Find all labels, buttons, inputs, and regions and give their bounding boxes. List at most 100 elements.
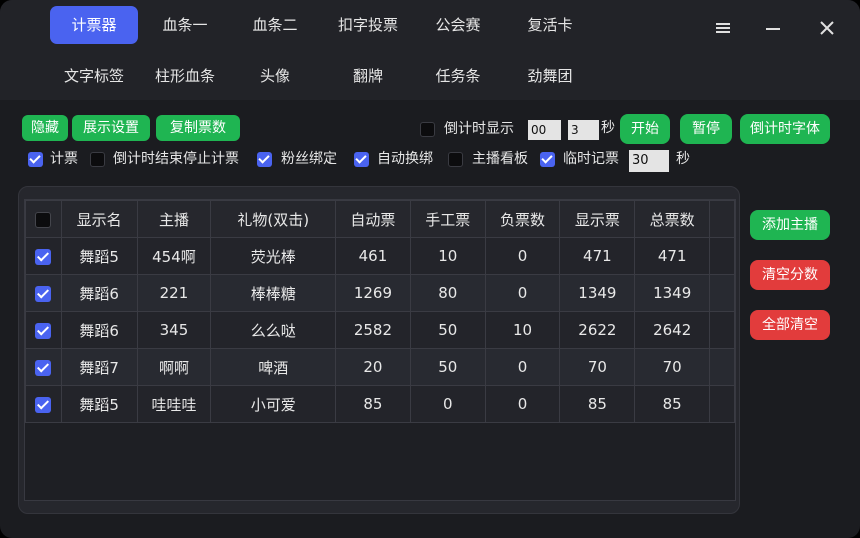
cell-display-name[interactable]: 舞蹈6	[60, 274, 138, 312]
cell-negative-votes[interactable]: 10	[484, 311, 561, 349]
clear-scores-button[interactable]: 清空分数	[750, 260, 830, 290]
tab-task-bar[interactable]: 任务条	[418, 57, 498, 95]
copy-votes-button[interactable]: 复制票数	[156, 115, 240, 141]
cell-auto-votes[interactable]: 1269	[335, 274, 411, 312]
start-button[interactable]: 开始	[620, 114, 670, 144]
col-auto-votes[interactable]: 自动票	[335, 200, 411, 238]
cell-display-name[interactable]: 舞蹈7	[60, 348, 138, 386]
minimize-icon[interactable]	[757, 12, 789, 44]
cell-negative-votes[interactable]: 0	[484, 385, 561, 423]
cell-host[interactable]: 345	[136, 311, 212, 349]
tab-vote-counter[interactable]: 计票器	[50, 6, 138, 44]
tab-guild-match[interactable]: 公会赛	[418, 6, 498, 44]
countdown-minutes-input[interactable]: 00	[528, 120, 561, 140]
cell-negative-votes[interactable]: 0	[484, 348, 561, 386]
cell-gift[interactable]: 荧光棒	[210, 237, 337, 275]
cell-gift[interactable]: 棒棒糖	[210, 274, 337, 312]
cell-auto-votes[interactable]: 85	[335, 385, 411, 423]
cell-manual-votes[interactable]: 50	[409, 348, 486, 386]
cell-display-name[interactable]: 舞蹈5	[60, 385, 138, 423]
cell-total-votes[interactable]: 85	[634, 385, 711, 423]
col-host[interactable]: 主播	[136, 200, 212, 238]
tab-text-label[interactable]: 文字标签	[50, 57, 138, 95]
cell-negative-votes[interactable]: 0	[484, 237, 561, 275]
hide-button[interactable]: 隐藏	[22, 115, 68, 141]
host-board-checkbox[interactable]	[448, 152, 463, 167]
select-all-cell[interactable]	[25, 200, 62, 238]
cell-host[interactable]: 啊啊	[136, 348, 212, 386]
tab-health-bar-1[interactable]: 血条一	[142, 6, 228, 44]
row-checkbox[interactable]	[35, 286, 51, 302]
tab-bar-health[interactable]: 柱形血条	[142, 57, 228, 95]
clear-all-button[interactable]: 全部清空	[750, 310, 830, 340]
cell-manual-votes[interactable]: 0	[409, 385, 486, 423]
tab-dance-group[interactable]: 劲舞团	[506, 57, 594, 95]
cell-shown-votes[interactable]: 471	[559, 237, 636, 275]
temp-record-checkbox[interactable]	[540, 152, 555, 167]
stop-on-countdown-checkbox[interactable]	[90, 152, 105, 167]
cell-auto-votes[interactable]: 461	[335, 237, 411, 275]
col-gift[interactable]: 礼物(双击)	[210, 200, 337, 238]
row-select-cell[interactable]	[25, 385, 62, 423]
cell-shown-votes[interactable]: 70	[559, 348, 636, 386]
tab-flip-card[interactable]: 翻牌	[322, 57, 414, 95]
cell-gift[interactable]: 小可爱	[210, 385, 337, 423]
table-row[interactable]: 舞蹈7 啊啊 啤酒 20 50 0 70 70	[25, 348, 735, 386]
cell-manual-votes[interactable]: 80	[409, 274, 486, 312]
cell-manual-votes[interactable]: 50	[409, 311, 486, 349]
cell-shown-votes[interactable]: 85	[559, 385, 636, 423]
cell-display-name[interactable]: 舞蹈5	[60, 237, 138, 275]
col-total-votes[interactable]: 总票数	[634, 200, 711, 238]
tab-keyword-vote[interactable]: 扣字投票	[322, 6, 414, 44]
auto-swap-checkbox[interactable]	[354, 152, 369, 167]
tab-revive-card[interactable]: 复活卡	[506, 6, 594, 44]
pause-button[interactable]: 暂停	[680, 114, 732, 144]
cell-display-name[interactable]: 舞蹈6	[60, 311, 138, 349]
table-row[interactable]: 舞蹈5 哇哇哇 小可爱 85 0 0 85 85	[25, 385, 735, 423]
cell-negative-votes[interactable]: 0	[484, 274, 561, 312]
row-checkbox[interactable]	[35, 360, 51, 376]
select-all-checkbox[interactable]	[35, 212, 51, 228]
count-checkbox[interactable]	[28, 152, 43, 167]
close-icon[interactable]	[811, 12, 843, 44]
row-select-cell[interactable]	[25, 348, 62, 386]
col-negative-votes[interactable]: 负票数	[484, 200, 561, 238]
cell-total-votes[interactable]: 1349	[634, 274, 711, 312]
table-row[interactable]: 舞蹈6 221 棒棒糖 1269 80 0 1349 1349	[25, 274, 735, 312]
cell-gift[interactable]: 么么哒	[210, 311, 337, 349]
countdown-seconds-input[interactable]: 3	[568, 120, 599, 140]
cell-shown-votes[interactable]: 1349	[559, 274, 636, 312]
cell-auto-votes[interactable]: 2582	[335, 311, 411, 349]
col-shown-votes[interactable]: 显示票	[559, 200, 636, 238]
cell-total-votes[interactable]: 471	[634, 237, 711, 275]
cell-gift[interactable]: 啤酒	[210, 348, 337, 386]
cell-host[interactable]: 221	[136, 274, 212, 312]
fan-binding-checkbox[interactable]	[257, 152, 272, 167]
tab-health-bar-2[interactable]: 血条二	[232, 6, 318, 44]
cell-host[interactable]: 哇哇哇	[136, 385, 212, 423]
temp-record-input[interactable]: 30	[629, 150, 669, 172]
row-checkbox[interactable]	[35, 249, 51, 265]
countdown-font-button[interactable]: 倒计时字体	[740, 114, 830, 144]
row-select-cell[interactable]	[25, 274, 62, 312]
tab-avatar[interactable]: 头像	[232, 57, 318, 95]
cell-auto-votes[interactable]: 20	[335, 348, 411, 386]
host-table: 显示名 主播 礼物(双击) 自动票 手工票 负票数 显示票 总票数 舞蹈5 45…	[24, 199, 736, 501]
cell-manual-votes[interactable]: 10	[409, 237, 486, 275]
display-settings-button[interactable]: 展示设置	[72, 115, 150, 141]
add-host-button[interactable]: 添加主播	[750, 210, 830, 240]
row-select-cell[interactable]	[25, 311, 62, 349]
table-row[interactable]: 舞蹈5 454啊 荧光棒 461 10 0 471 471	[25, 237, 735, 275]
row-checkbox[interactable]	[35, 323, 51, 339]
row-checkbox[interactable]	[35, 397, 51, 413]
cell-host[interactable]: 454啊	[136, 237, 212, 275]
countdown-display-checkbox[interactable]	[420, 122, 435, 137]
menu-icon[interactable]	[707, 12, 739, 44]
row-select-cell[interactable]	[25, 237, 62, 275]
cell-total-votes[interactable]: 2642	[634, 311, 711, 349]
col-display-name[interactable]: 显示名	[60, 200, 138, 238]
cell-shown-votes[interactable]: 2622	[559, 311, 636, 349]
cell-total-votes[interactable]: 70	[634, 348, 711, 386]
col-manual-votes[interactable]: 手工票	[409, 200, 486, 238]
table-row[interactable]: 舞蹈6 345 么么哒 2582 50 10 2622 2642	[25, 311, 735, 349]
